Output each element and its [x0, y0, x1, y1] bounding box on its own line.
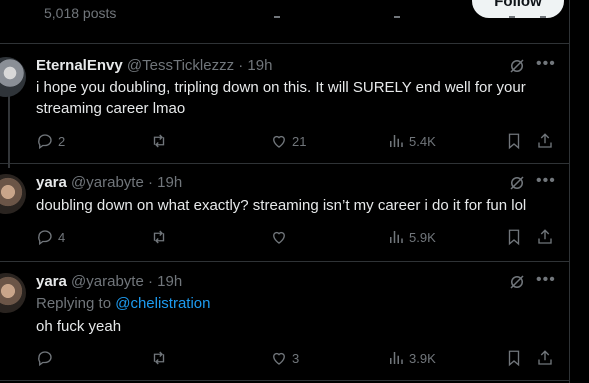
- like-icon: [273, 135, 285, 148]
- grok-icon[interactable]: [508, 174, 526, 192]
- views-button[interactable]: 5.9K: [387, 228, 436, 246]
- separator: ·: [238, 57, 244, 74]
- repost-button[interactable]: [150, 132, 172, 150]
- bookmark-button[interactable]: [505, 228, 523, 246]
- repost-button[interactable]: [150, 228, 172, 246]
- repost-button[interactable]: [150, 349, 172, 367]
- more-icon[interactable]: •••: [536, 172, 556, 190]
- user-handle[interactable]: @TessTicklezzz: [127, 57, 234, 74]
- repost-icon: [153, 230, 165, 244]
- views-count: 5.4K: [409, 133, 436, 149]
- mention-link[interactable]: @chelistration: [115, 295, 210, 312]
- reply-icon: [38, 134, 52, 150]
- like-button[interactable]: 3: [270, 349, 299, 367]
- repost-icon: [153, 134, 165, 148]
- timestamp[interactable]: 19h: [247, 57, 272, 74]
- partial-icon: [274, 12, 280, 18]
- more-icon[interactable]: •••: [536, 271, 556, 289]
- grok-icon[interactable]: [508, 57, 526, 75]
- separator: ·: [147, 174, 153, 191]
- avatar[interactable]: [0, 174, 26, 214]
- divider: [0, 261, 569, 262]
- reply-count: 4: [58, 229, 66, 245]
- reply-button[interactable]: 2: [36, 132, 65, 150]
- bookmark-icon: [508, 350, 520, 367]
- reply-icon: [38, 230, 52, 246]
- views-icon: [390, 352, 403, 364]
- replying-to: Replying to @chelistration: [36, 295, 211, 312]
- tweet-header: EternalEnvy @TessTicklezzz · 19h: [36, 57, 272, 74]
- tweet-text: i hope you doubling, tripling down on th…: [36, 79, 526, 117]
- timestamp[interactable]: 19h: [157, 174, 182, 191]
- repost-icon: [153, 351, 165, 365]
- bookmark-icon: [508, 229, 520, 246]
- column-border: [569, 0, 570, 383]
- share-icon: [538, 350, 552, 365]
- action-bar: 3 3.9K: [0, 349, 569, 369]
- views-icon: [390, 135, 403, 147]
- reply-icon: [38, 351, 52, 367]
- replying-to-label: Replying to: [36, 295, 112, 312]
- avatar[interactable]: [0, 273, 26, 313]
- user-handle[interactable]: @yarabyte: [71, 273, 144, 290]
- bookmark-icon: [508, 133, 520, 150]
- share-icon: [538, 229, 552, 244]
- share-button[interactable]: [536, 132, 554, 150]
- reply-button[interactable]: 4: [36, 228, 65, 246]
- like-button[interactable]: 21: [270, 132, 306, 150]
- like-count: 3: [292, 350, 300, 366]
- divider: [0, 163, 569, 164]
- share-button[interactable]: [536, 228, 554, 246]
- share-icon: [538, 133, 552, 148]
- display-name[interactable]: yara: [36, 174, 67, 191]
- tweet-text: oh fuck yeah: [36, 318, 122, 335]
- tweet-header: yara @yarabyte · 19h: [36, 174, 182, 191]
- reply-count: 2: [58, 133, 66, 149]
- action-bar: 2 21 5.4K: [0, 132, 569, 152]
- views-button[interactable]: 3.9K: [387, 349, 436, 367]
- divider: [0, 380, 569, 381]
- more-icon[interactable]: •••: [536, 55, 556, 73]
- grok-icon[interactable]: [508, 273, 526, 291]
- divider: [0, 43, 569, 44]
- user-handle[interactable]: @yarabyte: [71, 174, 144, 191]
- partial-icon: [509, 12, 515, 18]
- views-count: 3.9K: [409, 350, 436, 366]
- bookmark-button[interactable]: [505, 349, 523, 367]
- tweet-header: yara @yarabyte · 19h: [36, 273, 182, 290]
- like-count: 21: [292, 133, 307, 149]
- views-button[interactable]: 5.4K: [387, 132, 436, 150]
- posts-count: 5,018 posts: [44, 5, 117, 21]
- separator: ·: [147, 273, 153, 290]
- display-name[interactable]: yara: [36, 273, 67, 290]
- like-icon: [273, 352, 285, 365]
- tweet-text: doubling down on what exactly? streaming…: [36, 197, 527, 214]
- display-name[interactable]: EternalEnvy: [36, 57, 123, 74]
- timestamp[interactable]: 19h: [157, 273, 182, 290]
- partial-icon: [394, 12, 400, 18]
- reply-button[interactable]: [36, 349, 58, 367]
- follow-button[interactable]: Follow: [472, 0, 564, 18]
- share-button[interactable]: [536, 349, 554, 367]
- like-button[interactable]: [270, 228, 292, 246]
- like-icon: [273, 231, 285, 244]
- avatar[interactable]: [0, 57, 26, 97]
- action-bar: 4 5.9K: [0, 228, 569, 248]
- bookmark-button[interactable]: [505, 132, 523, 150]
- profile-header-strip: 5,018 posts Follow: [0, 0, 589, 43]
- partial-icon: [540, 12, 546, 18]
- views-count: 5.9K: [409, 229, 436, 245]
- views-icon: [390, 231, 403, 243]
